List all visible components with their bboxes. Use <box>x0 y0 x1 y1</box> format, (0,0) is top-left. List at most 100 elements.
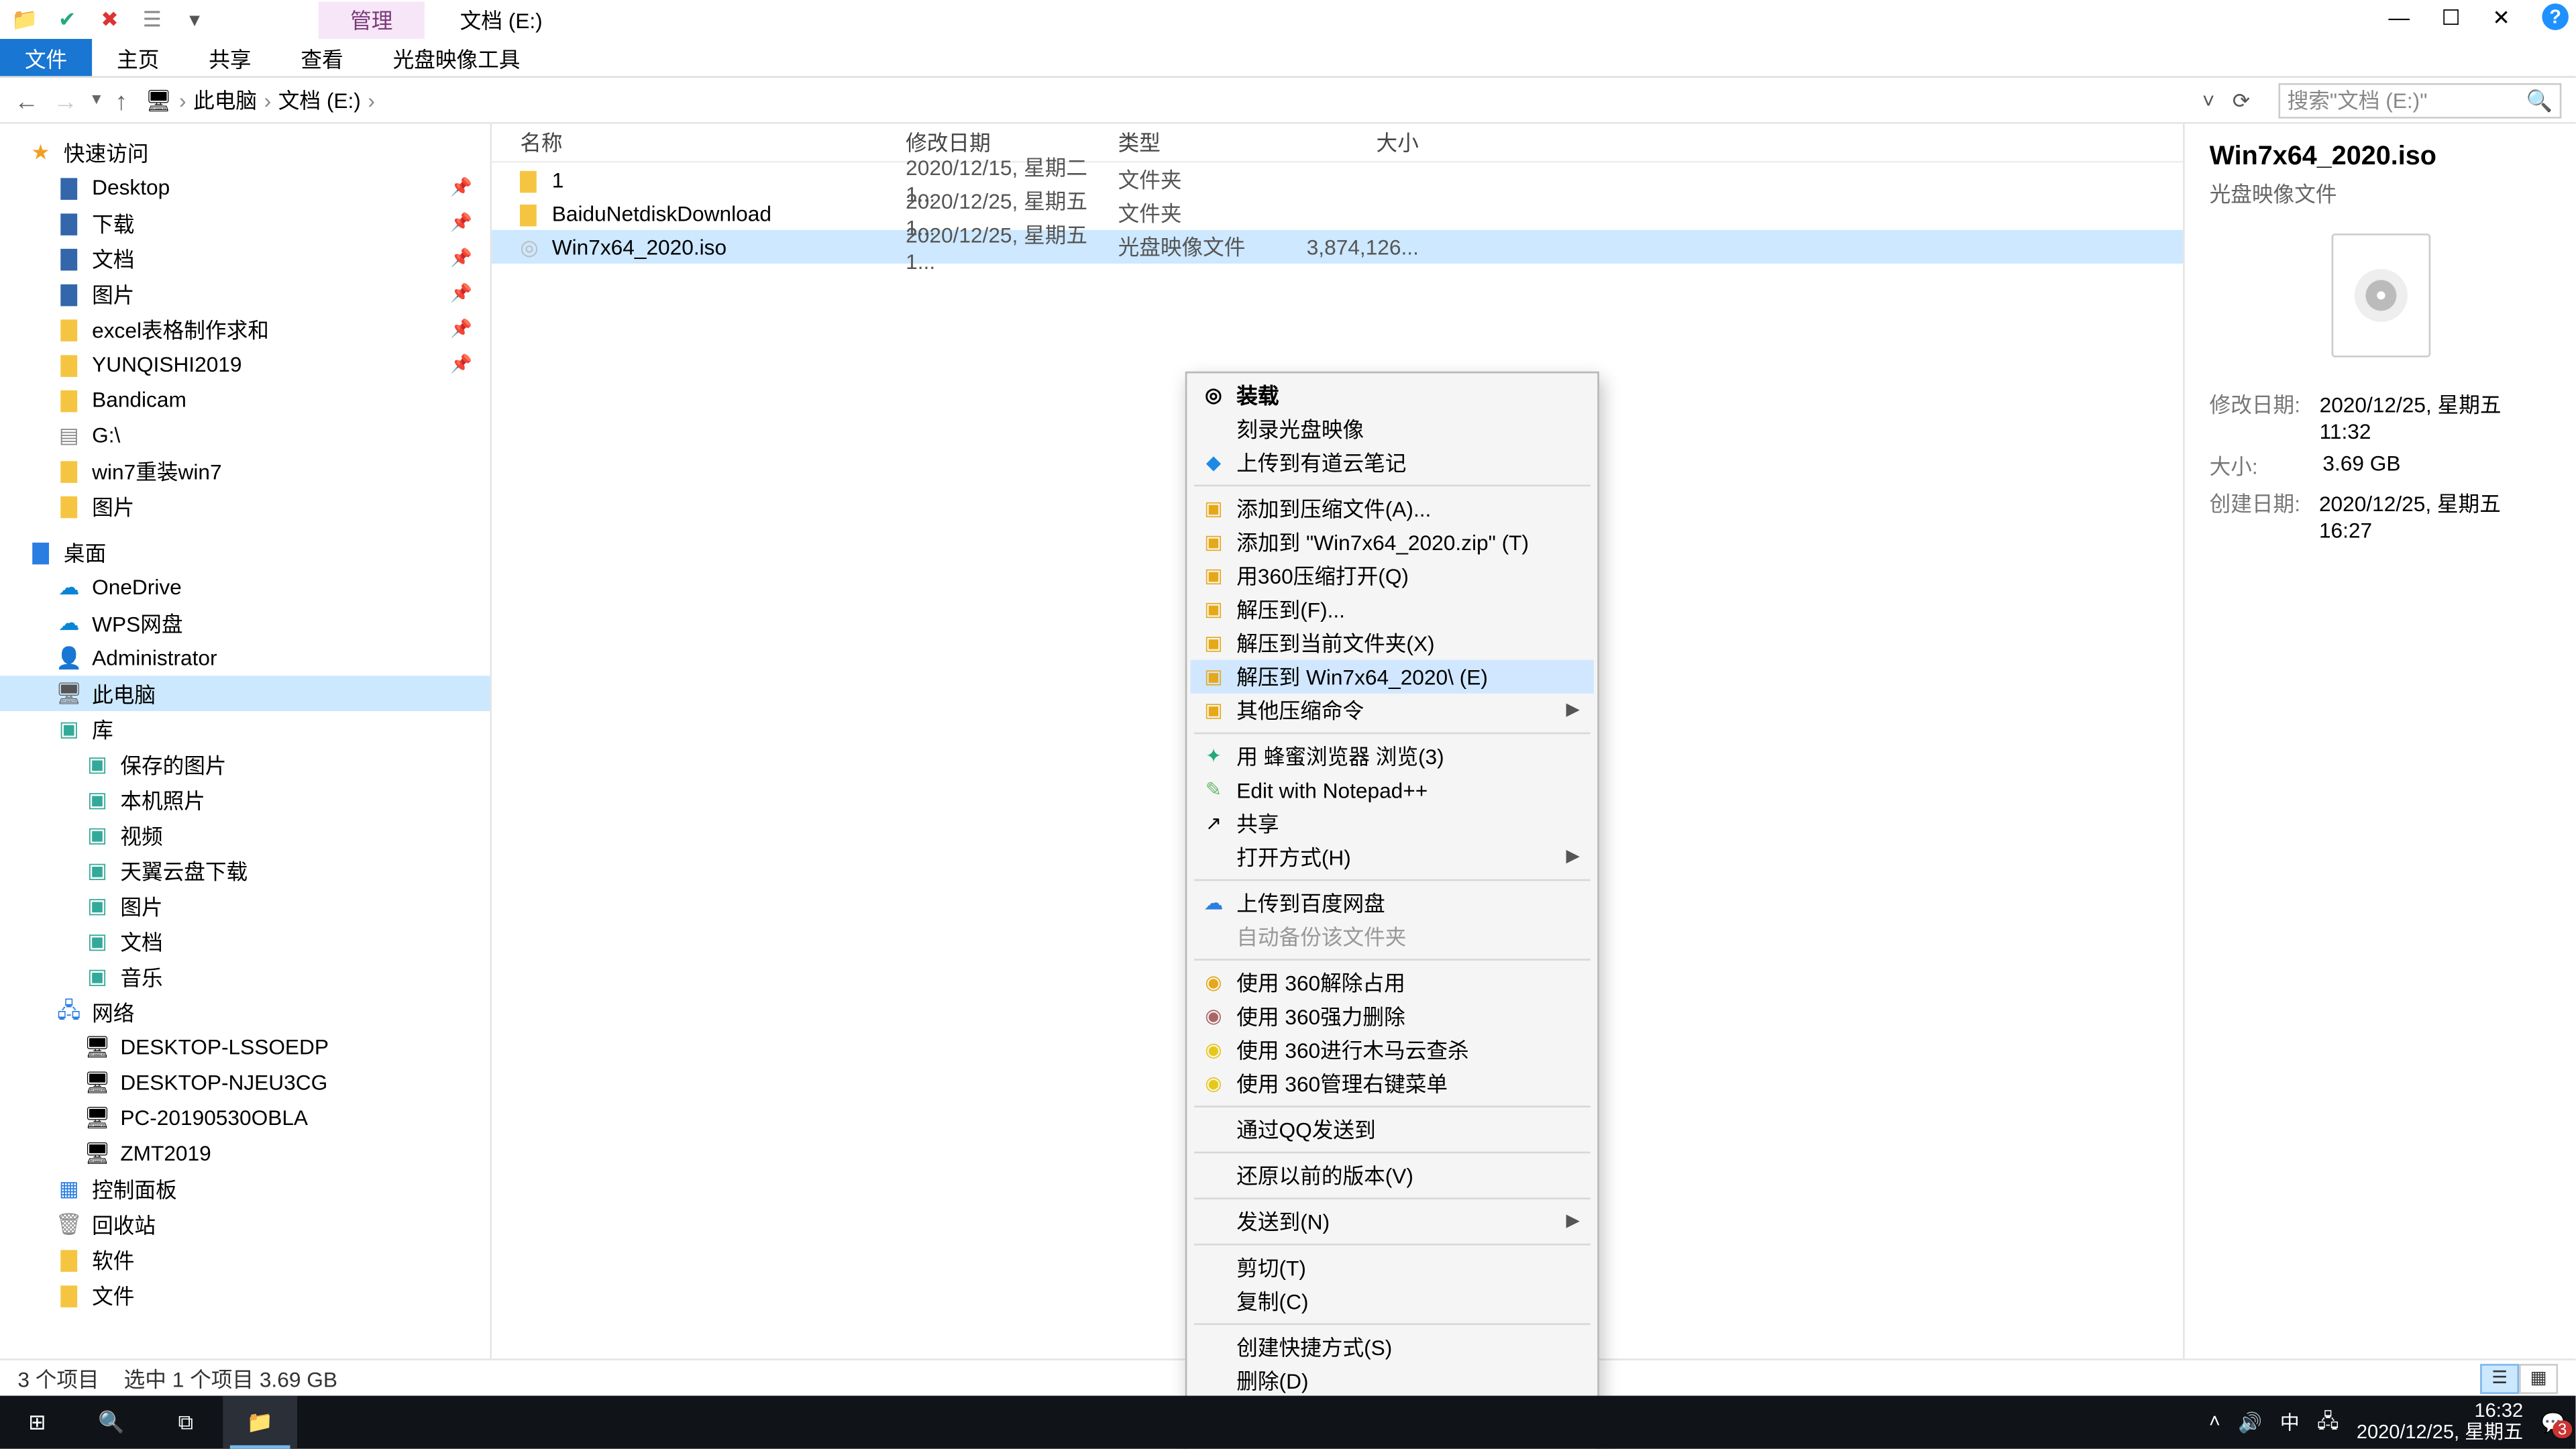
tree-picslib[interactable]: 图片 <box>120 891 162 921</box>
ctx-add-zip[interactable]: ▣添加到 "Win7x64_2020.zip" (T) <box>1191 525 1594 559</box>
clock[interactable]: 16:32 2020/12/25, 星期五 <box>2357 1401 2523 1444</box>
ctx-restore-previous[interactable]: 还原以前的版本(V) <box>1191 1159 1594 1192</box>
file-row-selected[interactable]: ◎ Win7x64_2020.iso 2020/12/25, 星期五 1... … <box>492 230 2183 264</box>
ctx-cut[interactable]: 剪切(T) <box>1191 1250 1594 1284</box>
app-icon[interactable]: 📁 <box>7 2 43 38</box>
tab-disc-image-tools[interactable]: 光盘映像工具 <box>368 39 545 76</box>
breadcrumb[interactable]: 🖥 › 此电脑 › 文档 (E:) › <box>145 85 2202 115</box>
ctx-360-forcedel[interactable]: ◉使用 360强力删除 <box>1191 1000 1594 1033</box>
delete-icon[interactable]: ✖ <box>92 2 127 38</box>
ctx-notepadpp[interactable]: ✎Edit with Notepad++ <box>1191 773 1594 806</box>
tree-documents[interactable]: 文档 <box>92 244 134 274</box>
qat-dropdown-icon[interactable]: ▾ <box>177 2 213 38</box>
tree-gdrive[interactable]: G:\ <box>92 423 120 447</box>
tree-thispc[interactable]: 此电脑 <box>92 678 156 708</box>
nav-up-button[interactable]: ↑ <box>115 86 127 114</box>
tree-yunqishi[interactable]: YUNQISHI2019 <box>92 352 241 377</box>
ctx-share[interactable]: ↗共享 <box>1191 806 1594 840</box>
ctx-shortcut[interactable]: 创建快捷方式(S) <box>1191 1330 1594 1364</box>
file-row[interactable]: ▇ BaiduNetdiskDownload 2020/12/25, 星期五 1… <box>492 197 2183 230</box>
ribbon-context-disc-tools[interactable]: 管理 <box>319 2 425 39</box>
ctx-burn[interactable]: 刻录光盘映像 <box>1191 412 1594 445</box>
column-headers[interactable]: 名称 修改日期 类型 大小 <box>492 124 2183 163</box>
explorer-taskbar-button[interactable]: 📁 <box>223 1396 297 1449</box>
file-list[interactable]: 名称 修改日期 类型 大小 ▇ 1 2020/12/15, 星期二 1... 文… <box>492 124 2183 1359</box>
tree-win7reinstall[interactable]: win7重装win7 <box>92 455 221 486</box>
ctx-360-trojan[interactable]: ◉使用 360进行木马云查杀 <box>1191 1033 1594 1067</box>
volume-icon[interactable]: 🔊 <box>2238 1411 2262 1434</box>
ctx-mount[interactable]: ◎装载 <box>1191 378 1594 412</box>
tree-excel[interactable]: excel表格制作求和 <box>92 314 269 344</box>
tree-recycle[interactable]: 回收站 <box>92 1209 156 1239</box>
breadcrumb-location[interactable]: 文档 (E:) <box>278 85 361 115</box>
ime-indicator[interactable]: 中 <box>2280 1408 2300 1436</box>
col-size[interactable]: 大小 <box>1295 127 1419 158</box>
close-button[interactable]: ✕ <box>2492 5 2510 30</box>
tree-pc4[interactable]: ZMT2019 <box>120 1141 211 1166</box>
chevron-right-icon[interactable]: › <box>179 88 186 113</box>
view-details-button[interactable]: ☰ <box>2480 1363 2519 1393</box>
tree-pictures[interactable]: 图片 <box>92 278 134 309</box>
minimize-button[interactable]: — <box>2388 5 2410 30</box>
nav-back-button[interactable]: ← <box>14 86 39 114</box>
tree-libraries[interactable]: 库 <box>92 714 113 744</box>
tree-downloads[interactable]: 下载 <box>92 208 134 238</box>
tray-overflow-icon[interactable]: ˄ <box>2209 1411 2220 1433</box>
tab-home[interactable]: 主页 <box>92 39 184 76</box>
view-thumbnails-button[interactable]: ▦ <box>2519 1363 2558 1393</box>
tree-software[interactable]: 软件 <box>92 1244 134 1275</box>
ctx-other-zip[interactable]: ▣其他压缩命令▶ <box>1191 694 1594 727</box>
col-name[interactable]: 名称 <box>520 127 906 158</box>
help-button[interactable]: ? <box>2542 3 2569 30</box>
tree-savedpics[interactable]: 保存的图片 <box>120 749 226 780</box>
tab-view[interactable]: 查看 <box>276 39 368 76</box>
file-row[interactable]: ▇ 1 2020/12/15, 星期二 1... 文件夹 <box>492 163 2183 197</box>
tree-pc3[interactable]: PC-20190530OBLA <box>120 1106 308 1130</box>
breadcrumb-thispc[interactable]: 此电脑 <box>193 85 257 115</box>
action-center-icon[interactable]: 💬3 <box>2541 1411 2565 1434</box>
tab-file[interactable]: 文件 <box>0 39 92 76</box>
ctx-add-archive[interactable]: ▣添加到压缩文件(A)... <box>1191 492 1594 525</box>
save-icon[interactable]: ✔ <box>50 2 85 38</box>
chevron-right-icon[interactable]: › <box>264 88 272 113</box>
search-icon[interactable]: 🔍 <box>2526 88 2553 113</box>
maximize-button[interactable]: ☐ <box>2442 5 2461 30</box>
ctx-youdao[interactable]: ◆上传到有道云笔记 <box>1191 446 1594 480</box>
refresh-button[interactable]: ⟳ <box>2233 88 2251 113</box>
tree-controlpanel[interactable]: 控制面板 <box>92 1174 177 1204</box>
tree-docslib[interactable]: 文档 <box>120 926 162 956</box>
tree-pc2[interactable]: DESKTOP-NJEU3CG <box>120 1070 327 1095</box>
ctx-extract-to[interactable]: ▣解压到(F)... <box>1191 592 1594 626</box>
tree-onedrive[interactable]: OneDrive <box>92 575 182 600</box>
search-input[interactable]: 搜索"文档 (E:)" 🔍 <box>2278 83 2561 118</box>
tree-wps[interactable]: WPS网盘 <box>92 608 182 638</box>
tree-bandicam[interactable]: Bandicam <box>92 388 186 413</box>
network-icon[interactable]: 🖧 <box>2317 1405 2339 1439</box>
tree-desktop-root[interactable]: 桌面 <box>64 537 106 567</box>
tree-files[interactable]: 文件 <box>92 1280 134 1310</box>
address-dropdown-icon[interactable]: ˅ <box>2202 88 2215 113</box>
nav-history-dropdown[interactable]: ▾ <box>92 90 101 109</box>
ctx-browser[interactable]: ✦用 蜂蜜浏览器 浏览(3) <box>1191 739 1594 773</box>
search-button[interactable]: 🔍 <box>74 1396 149 1449</box>
ctx-copy[interactable]: 复制(C) <box>1191 1284 1594 1318</box>
tree-admin[interactable]: Administrator <box>92 646 217 671</box>
chevron-right-icon[interactable]: › <box>368 88 375 113</box>
ctx-delete[interactable]: 删除(D) <box>1191 1364 1594 1397</box>
tree-tianyi[interactable]: 天翼云盘下载 <box>120 855 248 885</box>
ctx-extract-named[interactable]: ▣解压到 Win7x64_2020\ (E) <box>1191 660 1594 694</box>
tree-videos[interactable]: 视频 <box>120 820 162 850</box>
ctx-360-menu[interactable]: ◉使用 360管理右键菜单 <box>1191 1067 1594 1100</box>
ctx-send-to[interactable]: 发送到(N)▶ <box>1191 1205 1594 1238</box>
tab-share[interactable]: 共享 <box>184 39 276 76</box>
start-button[interactable]: ⊞ <box>0 1396 74 1449</box>
col-type[interactable]: 类型 <box>1118 127 1295 158</box>
tree-network[interactable]: 网络 <box>92 997 134 1027</box>
tree-localphotos[interactable]: 本机照片 <box>120 785 205 815</box>
properties-icon[interactable]: ☰ <box>134 2 170 38</box>
tree-pictures2[interactable]: 图片 <box>92 491 134 521</box>
tree-quick-access[interactable]: 快速访问 <box>64 137 149 167</box>
tree-musiclib[interactable]: 音乐 <box>120 961 162 991</box>
ctx-360-unlock[interactable]: ◉使用 360解除占用 <box>1191 966 1594 1000</box>
ctx-open-with[interactable]: 打开方式(H)▶ <box>1191 841 1594 874</box>
